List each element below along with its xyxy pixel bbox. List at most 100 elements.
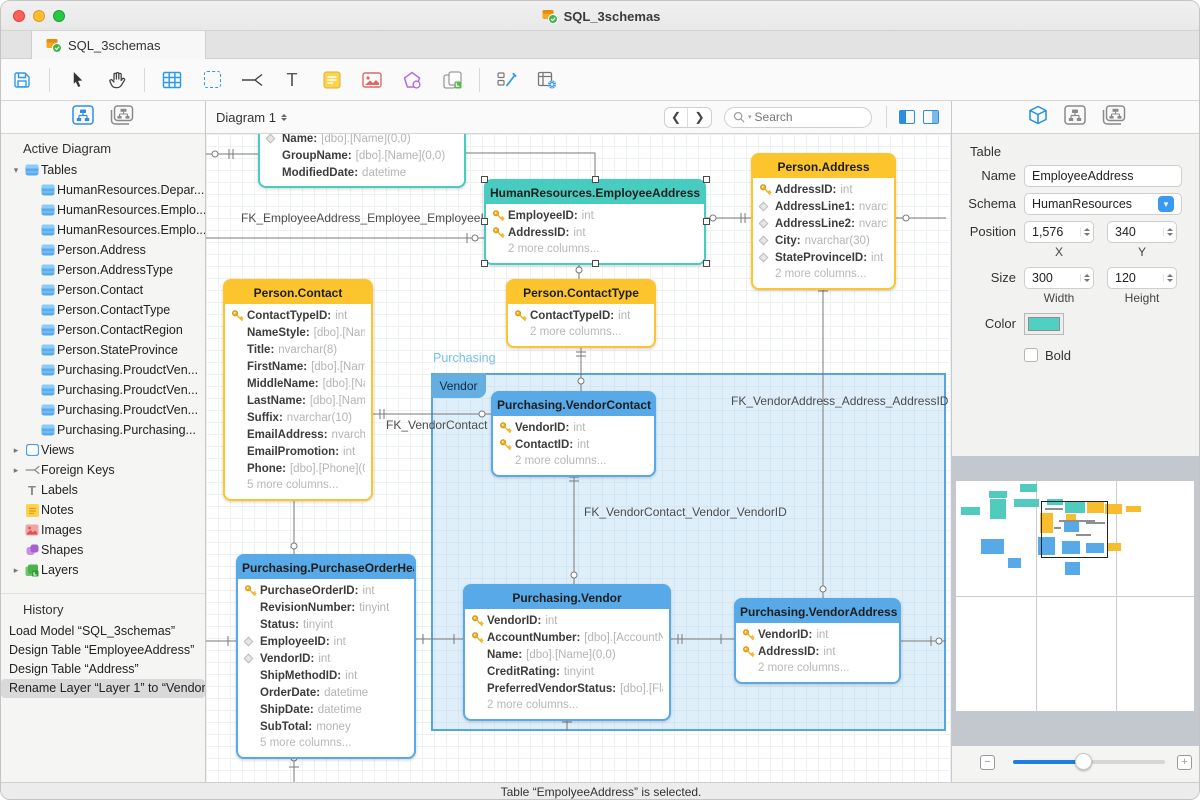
history-item-3-selected[interactable]: Rename Layer “Layer 1” to “Vendor” [1,679,205,698]
sidebar-item-table-12[interactable]: Purchasing.Purchasing... [1,420,205,440]
stepper-arrows-icon[interactable] [1080,274,1090,282]
stepper-arrows-icon[interactable] [1163,274,1173,282]
fk-label[interactable]: FK_VendorAddress_Address_AddressID [731,394,948,408]
sidebar-item-table-5[interactable]: Person.Contact [1,280,205,300]
selection-handle[interactable] [703,260,710,267]
tree-group-tables[interactable]: ▾ Tables [1,160,205,180]
er-table-purchaseorderheader[interactable]: Purchasing.PurchaseOrderHeader PurchaseO… [236,554,416,759]
history-item-2[interactable]: Design Table “Address” [1,660,205,679]
sidebar-item-table-8[interactable]: Person.StateProvince [1,340,205,360]
search-options-chevron-icon[interactable]: ▾ [748,113,752,121]
er-table-partial[interactable]: Name[dbo].[Name](0,0) GroupName[dbo].[Na… [258,134,466,188]
sidebar-item-table-4[interactable]: Person.AddressType [1,260,205,280]
model-overview-tab-icon[interactable] [110,105,134,130]
sidebar-item-table-3[interactable]: Person.Address [1,240,205,260]
selection-handle[interactable] [481,176,488,183]
auto-layout-icon[interactable] [494,67,520,93]
zoom-out-button[interactable]: − [980,755,995,770]
tree-group-layers[interactable]: ▸Layers [1,560,205,580]
new-foreign-key-icon[interactable] [239,67,265,93]
selection-handle[interactable] [592,176,599,183]
sidebar-item-table-0[interactable]: HumanResources.Depar... [1,180,205,200]
tab-sql-3schemas[interactable]: SQL_3schemas [31,31,206,59]
tree-group-views[interactable]: ▸Views [1,440,205,460]
diagram-canvas[interactable]: Purchasing Vendor [206,134,951,782]
position-x-stepper[interactable]: 1,576 [1024,221,1094,243]
table-designer-icon[interactable] [534,67,560,93]
zoom-slider[interactable] [1013,760,1165,764]
new-shape-icon[interactable] [399,67,425,93]
chevron-right-icon[interactable]: ▸ [9,465,23,476]
chevron-right-icon[interactable]: ▸ [9,445,23,456]
sidebar-item-table-9[interactable]: Purchasing.ProudctVen... [1,360,205,380]
selection-handle[interactable] [481,218,488,225]
er-table-vendorcontact[interactable]: Purchasing.VendorContact VendorIDint Con… [491,391,656,477]
minimap-table-rect [961,507,980,515]
table-name-field[interactable]: EmployeeAddress [1024,165,1182,187]
size-width-stepper[interactable]: 300 [1024,267,1094,289]
minimap-viewport[interactable] [1041,501,1108,558]
diagram-tree-tab-icon[interactable] [72,105,94,130]
zoom-in-button[interactable]: + [1177,755,1192,770]
diagram-selector[interactable]: Diagram 1 [216,110,287,125]
schema-dropdown[interactable]: HumanResources▾ [1024,193,1182,215]
layer-tab[interactable]: Vendor [431,373,486,398]
selection-handle[interactable] [481,260,488,267]
new-label-icon[interactable]: T [279,67,305,93]
fk-label[interactable]: FK_VendorContact [386,418,487,432]
chevron-down-icon[interactable]: ▾ [9,165,23,176]
sidebar-item-table-11[interactable]: Purchasing.ProudctVen... [1,400,205,420]
new-image-icon[interactable] [359,67,385,93]
tree-group-shapes[interactable]: Shapes [1,540,205,560]
select-region-icon[interactable] [199,67,225,93]
tree-group-images[interactable]: Images [1,520,205,540]
new-layer-icon[interactable] [439,67,465,93]
er-table-person-contact[interactable]: Person.Contact ContactTypeIDint NameStyl… [223,279,373,501]
new-note-icon[interactable] [319,67,345,93]
sidebar-item-table-10[interactable]: Purchasing.ProudctVen... [1,380,205,400]
color-picker[interactable] [1024,313,1064,335]
history-item-0[interactable]: Load Model “SQL_3schemas” [1,622,205,641]
sidebar-item-table-2[interactable]: HumanResources.Emplo... [1,220,205,240]
search-input[interactable] [755,110,845,124]
er-table-person-address[interactable]: Person.Address AddressIDint AddressLine1… [751,153,896,290]
selection-handle[interactable] [703,176,710,183]
nav-back-button[interactable]: ❮ [665,108,688,127]
er-table-person-contacttype[interactable]: Person.ContactType ContactTypeIDint 2 mo… [506,279,656,348]
stepper-arrows-icon[interactable] [1163,228,1173,236]
tree-group-labels[interactable]: TLabels [1,480,205,500]
selection-handle[interactable] [592,260,599,267]
properties-tab-icon[interactable] [1028,105,1048,130]
toggle-right-panel-icon[interactable] [923,110,939,124]
er-table-vendor[interactable]: Purchasing.Vendor VendorIDint AccountNum… [463,584,671,721]
zoom-slider-handle[interactable] [1075,753,1092,770]
nav-forward-button[interactable]: ❯ [688,108,711,127]
chevron-right-icon[interactable]: ▸ [9,565,23,576]
pan-hand-tool-icon[interactable] [104,67,130,93]
stepper-arrows-icon[interactable] [1080,228,1090,236]
diagram-selector-stepper-icon[interactable] [281,114,287,121]
new-table-icon[interactable] [159,67,185,93]
chevron-down-icon[interactable]: ▾ [1158,196,1174,212]
pointer-tool-icon[interactable] [64,67,90,93]
toggle-left-panel-icon[interactable] [899,110,915,124]
sidebar-item-table-7[interactable]: Person.ContactRegion [1,320,205,340]
er-table-employeeaddress[interactable]: HumanResources.EmployeeAddress EmployeeI… [484,179,706,265]
fk-label[interactable]: FK_VendorContact_Vendor_VendorID [584,505,787,519]
bold-checkbox[interactable] [1024,348,1038,362]
fk-label[interactable]: FK_EmployeeAddress_Employee_EmployeeID [241,211,492,225]
sidebar-item-table-6[interactable]: Person.ContactType [1,300,205,320]
selection-handle[interactable] [703,218,710,225]
save-icon[interactable] [9,67,35,93]
tree-group-notes[interactable]: Notes [1,500,205,520]
size-height-stepper[interactable]: 120 [1107,267,1177,289]
position-y-stepper[interactable]: 340 [1107,221,1177,243]
diagram-tree-tab-icon[interactable] [1064,105,1086,130]
tree-group-foreign-keys[interactable]: ▸Foreign Keys [1,460,205,480]
sidebar-item-table-1[interactable]: HumanResources.Emplo... [1,200,205,220]
minimap[interactable] [956,481,1194,711]
search-field[interactable]: ▾ [724,107,872,128]
er-table-vendoraddress[interactable]: Purchasing.VendorAddress VendorIDint Add… [734,598,901,684]
history-item-1[interactable]: Design Table “EmployeeAddress” [1,641,205,660]
model-overview-tab-icon[interactable] [1102,105,1126,130]
